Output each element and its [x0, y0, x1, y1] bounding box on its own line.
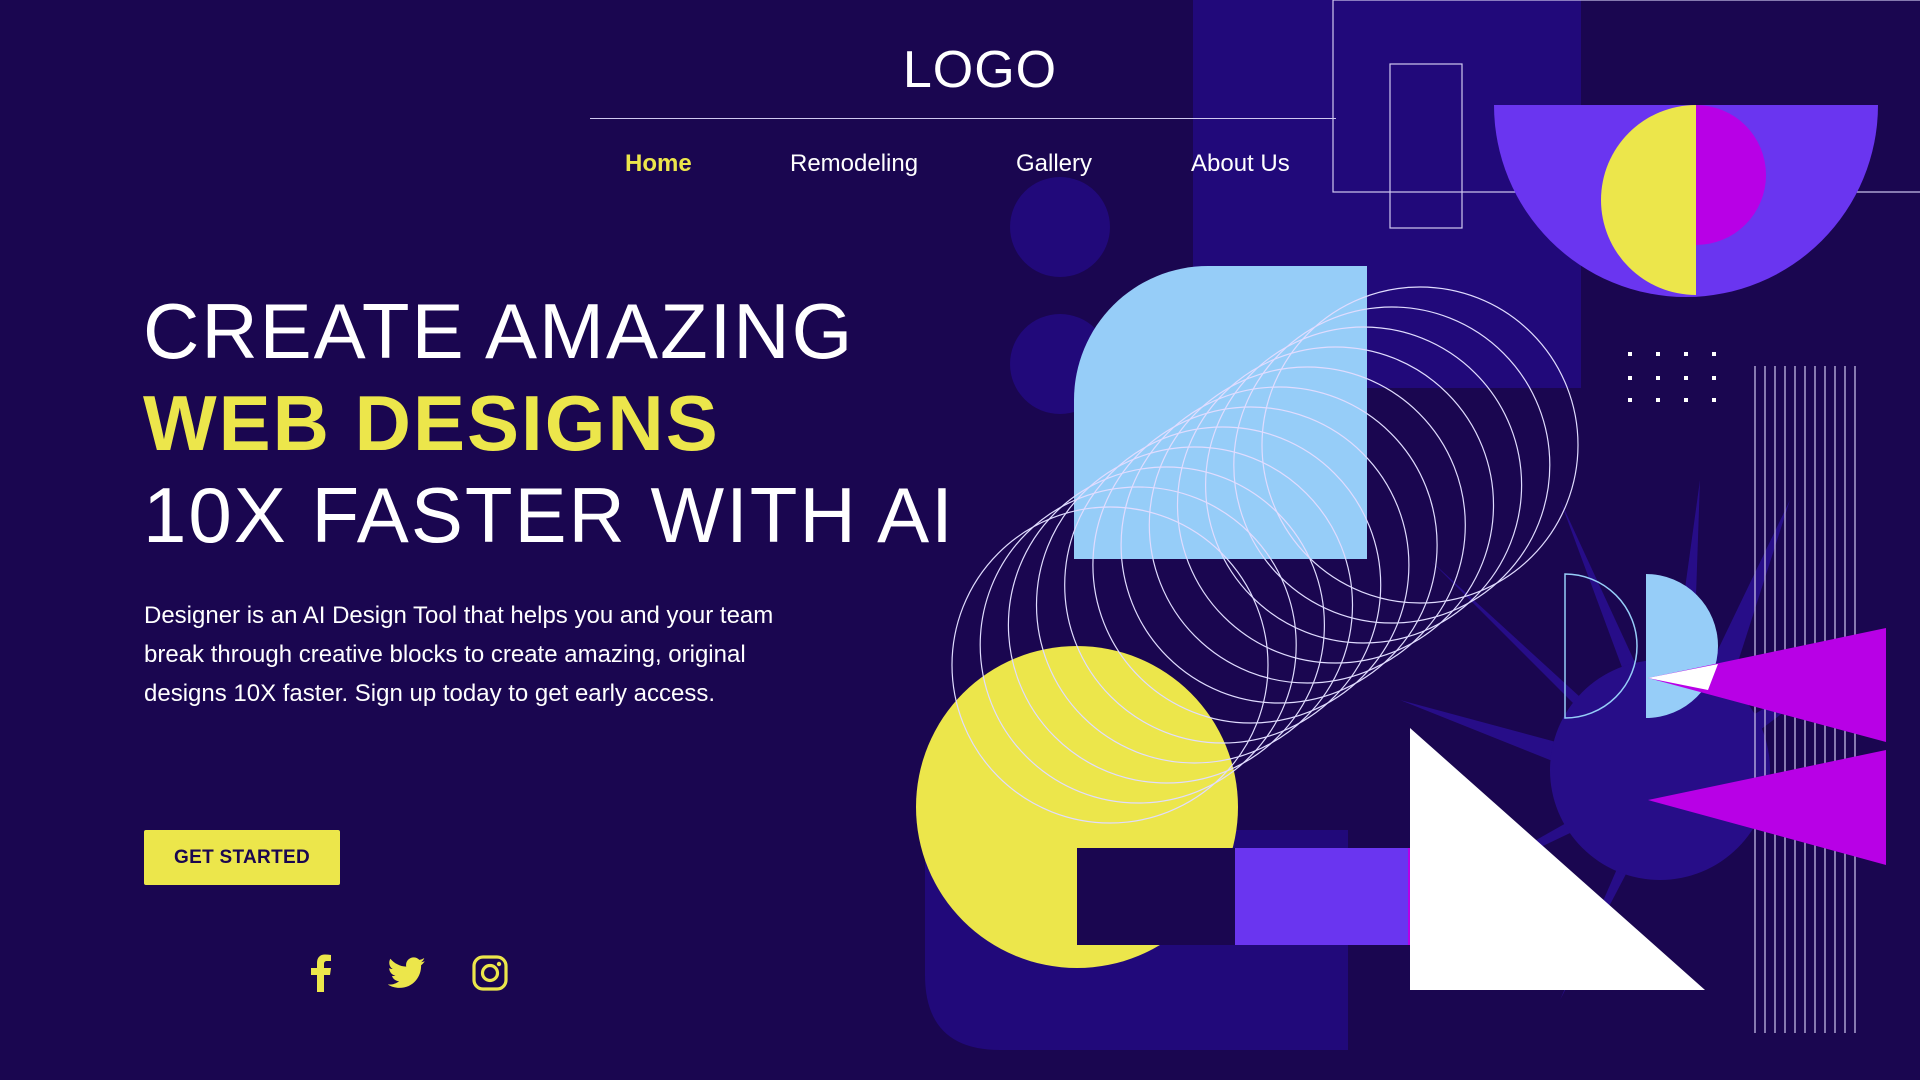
headline-line-3: 10X FASTER WITH AI	[143, 471, 955, 559]
nav-remodeling[interactable]: Remodeling	[790, 150, 918, 178]
twitter-link[interactable]	[384, 950, 430, 996]
facebook-icon	[311, 954, 331, 992]
nav-about-us[interactable]: About Us	[1191, 150, 1290, 178]
nav-home[interactable]: Home	[625, 150, 692, 178]
bg-dot-1	[1010, 177, 1110, 277]
light-blue-shape	[1074, 266, 1367, 559]
hero-headline: CREATE AMAZING WEB DESIGNS 10X FASTER WI…	[143, 285, 955, 561]
headline-line-1: CREATE AMAZING	[143, 287, 855, 375]
header-divider	[590, 118, 1336, 119]
twitter-icon	[388, 957, 426, 988]
hero-description: Designer is an AI Design Tool that helps…	[144, 602, 774, 707]
instagram-icon	[472, 955, 508, 991]
nav-gallery[interactable]: Gallery	[1016, 150, 1092, 178]
logo[interactable]: LOGO	[0, 40, 1920, 100]
dark-square	[1077, 848, 1235, 945]
instagram-link[interactable]	[467, 950, 513, 996]
dot-grid	[1628, 352, 1716, 402]
headline-line-2: WEB DESIGNS	[143, 379, 720, 467]
get-started-button[interactable]: GET STARTED	[144, 830, 340, 885]
facebook-link[interactable]	[297, 950, 343, 996]
